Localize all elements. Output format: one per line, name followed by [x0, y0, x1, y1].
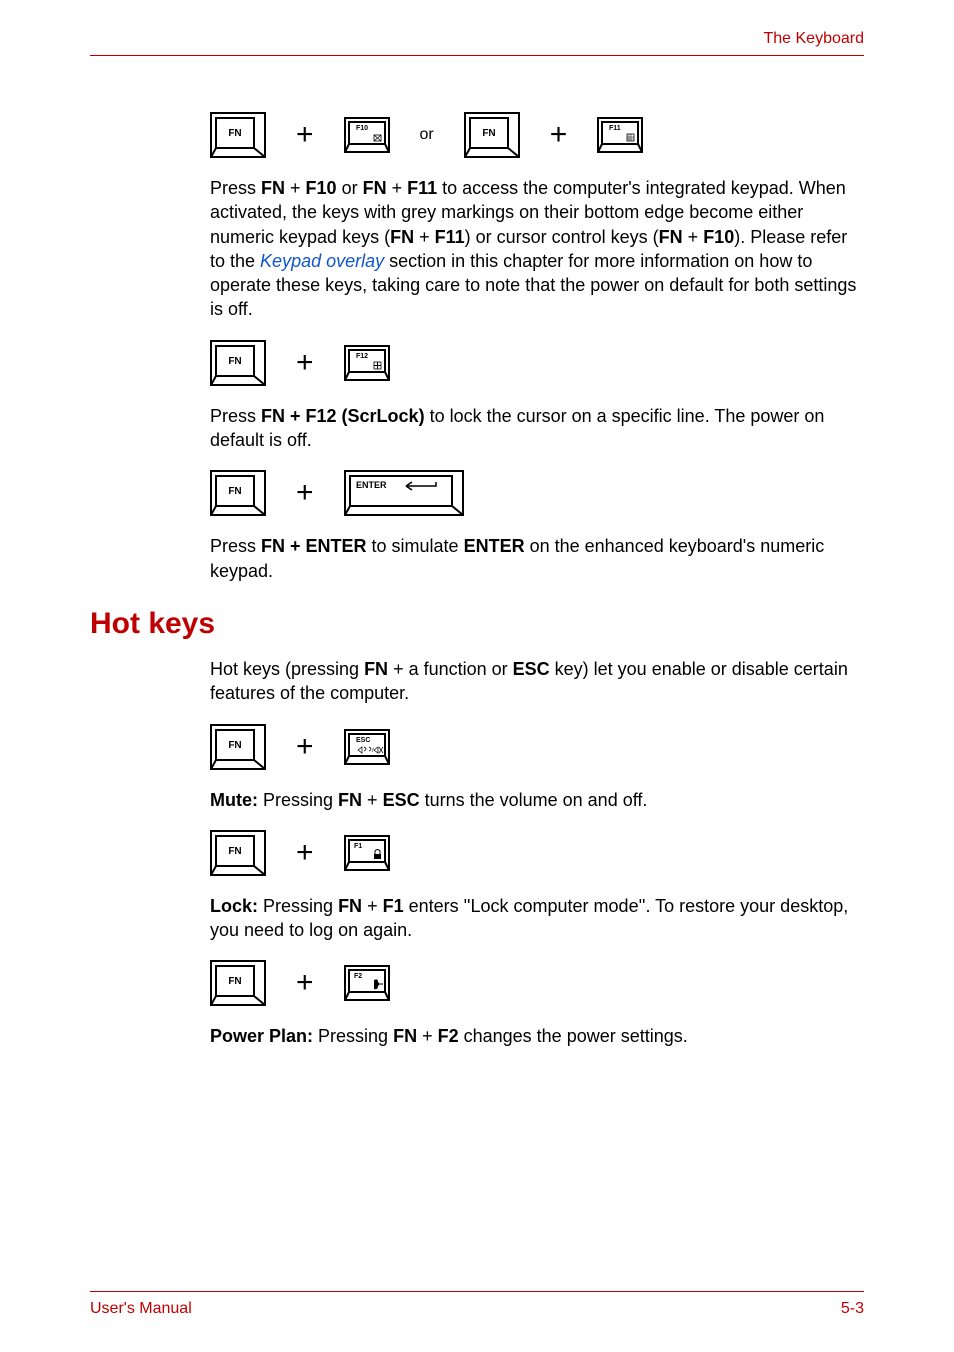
paragraph-f10-f11: Press FN + F10 or FN + F11 to access the… — [210, 176, 864, 322]
f1-key-icon: F1 — [344, 835, 390, 871]
fn-key-icon: FN — [210, 830, 266, 876]
svg-text:ESC: ESC — [356, 737, 370, 744]
key-combo-row-2: FN + F12 — [210, 340, 864, 386]
key-combo-row-1: FN + F10 or — [210, 112, 864, 158]
svg-text:F10: F10 — [356, 125, 368, 132]
f12-key-icon: F12 — [344, 345, 390, 381]
svg-text:F11: F11 — [609, 125, 621, 132]
plus-icon: + — [296, 346, 314, 380]
plus-icon: + — [550, 118, 568, 152]
fn-key-icon: FN — [210, 960, 266, 1006]
fn-key-icon: FN — [210, 340, 266, 386]
key-combo-row-5: FN + F1 — [210, 830, 864, 876]
footer-page-number: 5-3 — [841, 1300, 864, 1318]
svg-text:FN: FN — [228, 356, 241, 367]
chapter-header: The Keyboard — [763, 30, 864, 48]
plus-icon: + — [296, 118, 314, 152]
f10-key-icon: F10 — [344, 117, 390, 153]
f11-key-icon: F11 — [597, 117, 643, 153]
plus-icon: + — [296, 966, 314, 1000]
body-column-2: Hot keys (pressing FN + a function or ES… — [210, 657, 864, 1049]
footer-left-text: User's Manual — [90, 1300, 192, 1318]
paragraph-power-plan: Power Plan: Pressing FN + F2 changes the… — [210, 1024, 864, 1048]
or-label: or — [420, 126, 434, 144]
fn-key-icon: FN — [210, 724, 266, 770]
esc-key-icon: ESC / — [344, 729, 390, 765]
keypad-overlay-link[interactable]: Keypad overlay — [260, 251, 384, 271]
svg-text:ENTER: ENTER — [356, 480, 387, 490]
key-combo-row-4: FN + ESC / — [210, 724, 864, 770]
paragraph-f12: Press FN + F12 (ScrLock) to lock the cur… — [210, 404, 864, 453]
fn-key-icon: FN — [210, 470, 266, 516]
paragraph-hotkeys-intro: Hot keys (pressing FN + a function or ES… — [210, 657, 864, 706]
plus-icon: + — [296, 476, 314, 510]
svg-text:/: / — [372, 748, 374, 754]
svg-text:FN: FN — [228, 740, 241, 751]
enter-key-icon: ENTER — [344, 470, 464, 516]
fn-key-icon: FN — [464, 112, 520, 158]
hot-keys-heading: Hot keys — [90, 607, 864, 641]
svg-text:F1: F1 — [354, 843, 362, 850]
plus-icon: + — [296, 836, 314, 870]
paragraph-enter: Press FN + ENTER to simulate ENTER on th… — [210, 534, 864, 583]
svg-text:F12: F12 — [356, 353, 368, 360]
key-combo-row-3: FN + ENTER — [210, 470, 864, 516]
page-content: FN + F10 or — [90, 100, 864, 1067]
svg-text:FN: FN — [228, 976, 241, 987]
paragraph-lock: Lock: Pressing FN + F1 enters ''Lock com… — [210, 894, 864, 943]
plus-icon: + — [296, 730, 314, 764]
footer-rule — [90, 1291, 864, 1292]
key-combo-row-6: FN + F2 — [210, 960, 864, 1006]
body-column: FN + F10 or — [210, 112, 864, 583]
f2-key-icon: F2 — [344, 965, 390, 1001]
svg-text:FN: FN — [228, 128, 241, 139]
fn-key-icon: FN — [210, 112, 266, 158]
svg-text:FN: FN — [228, 486, 241, 497]
paragraph-mute: Mute: Pressing FN + ESC turns the volume… — [210, 788, 864, 812]
svg-text:FN: FN — [228, 846, 241, 857]
svg-text:FN: FN — [482, 128, 495, 139]
header-rule — [90, 55, 864, 56]
svg-text:F2: F2 — [354, 973, 362, 980]
